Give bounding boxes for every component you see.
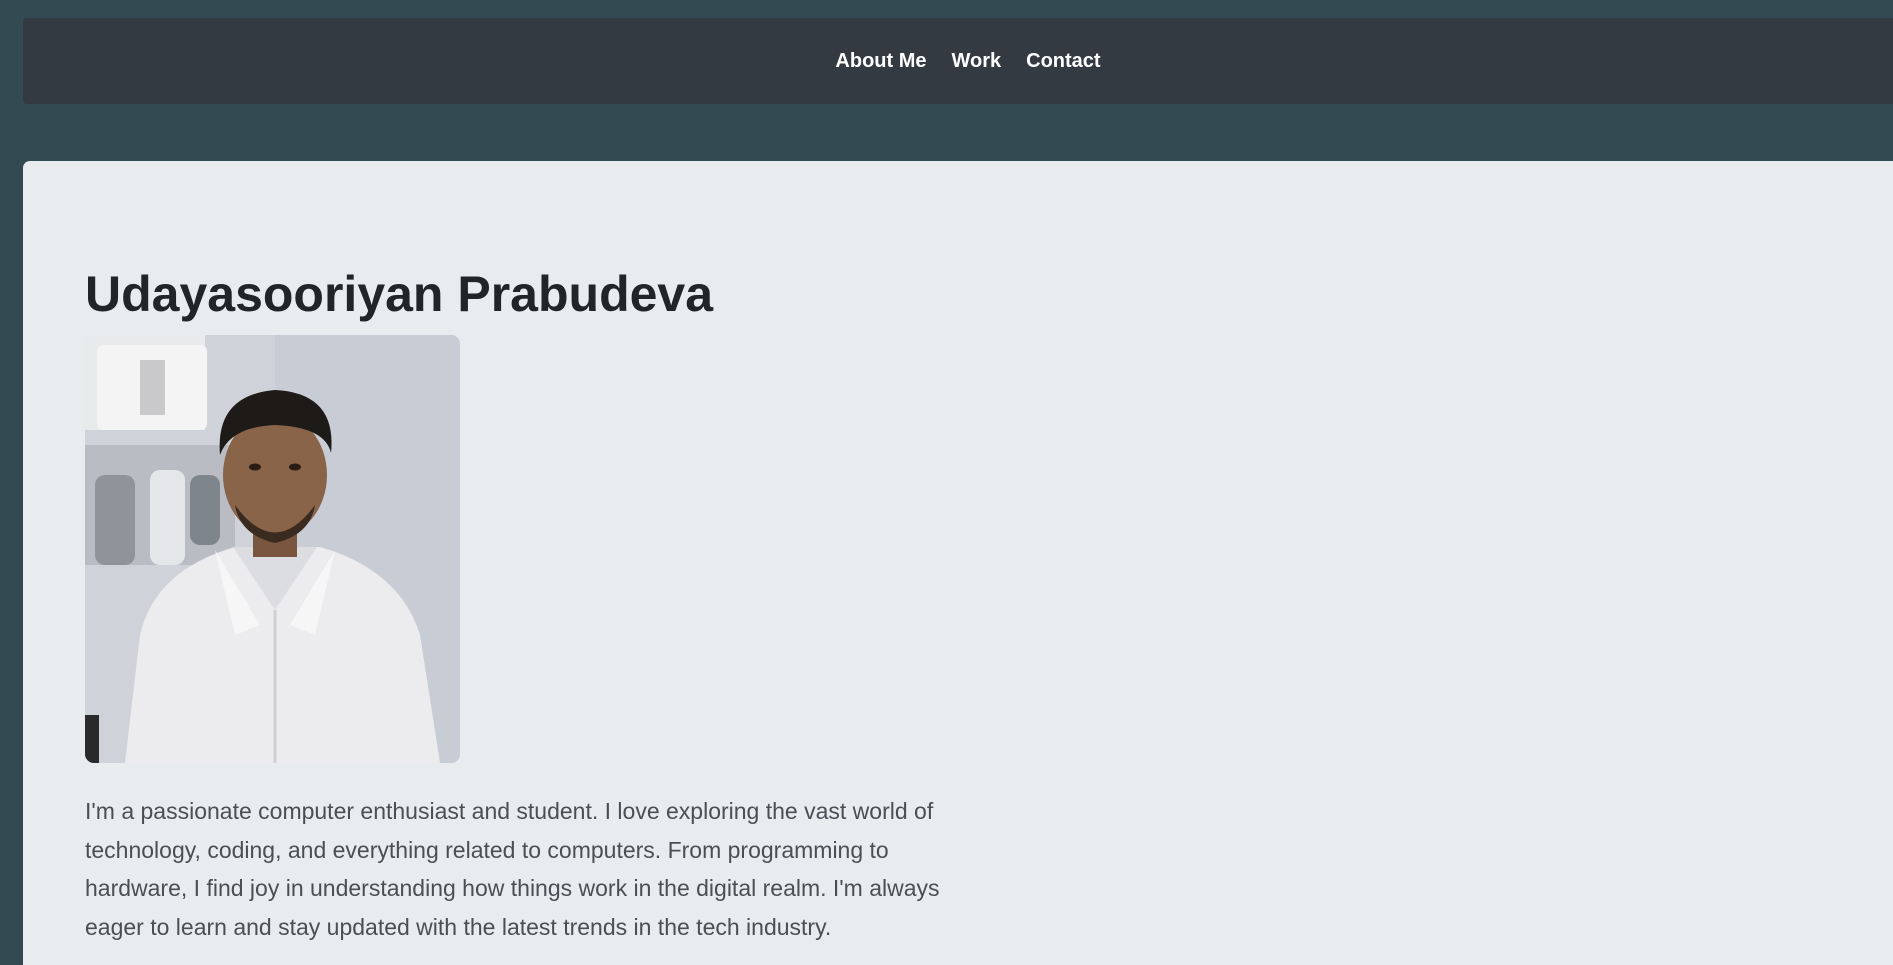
about-section: Udayasooriyan Prabudeva I'm a passionate…: [23, 161, 1893, 965]
nav-link-about-me[interactable]: About Me: [835, 50, 926, 73]
top-navbar: About Me Work Contact: [23, 18, 1893, 104]
profile-photo: [85, 335, 460, 763]
profile-name: Udayasooriyan Prabudeva: [85, 266, 714, 322]
nav-links: About Me Work Contact: [835, 50, 1100, 73]
person-portrait-icon: [85, 335, 460, 763]
profile-bio: I'm a passionate computer enthusiast and…: [85, 798, 940, 940]
nav-link-work[interactable]: Work: [952, 50, 1002, 73]
page: About Me Work Contact Udayasooriyan Prab…: [0, 0, 1893, 965]
nav-link-contact[interactable]: Contact: [1026, 50, 1100, 73]
